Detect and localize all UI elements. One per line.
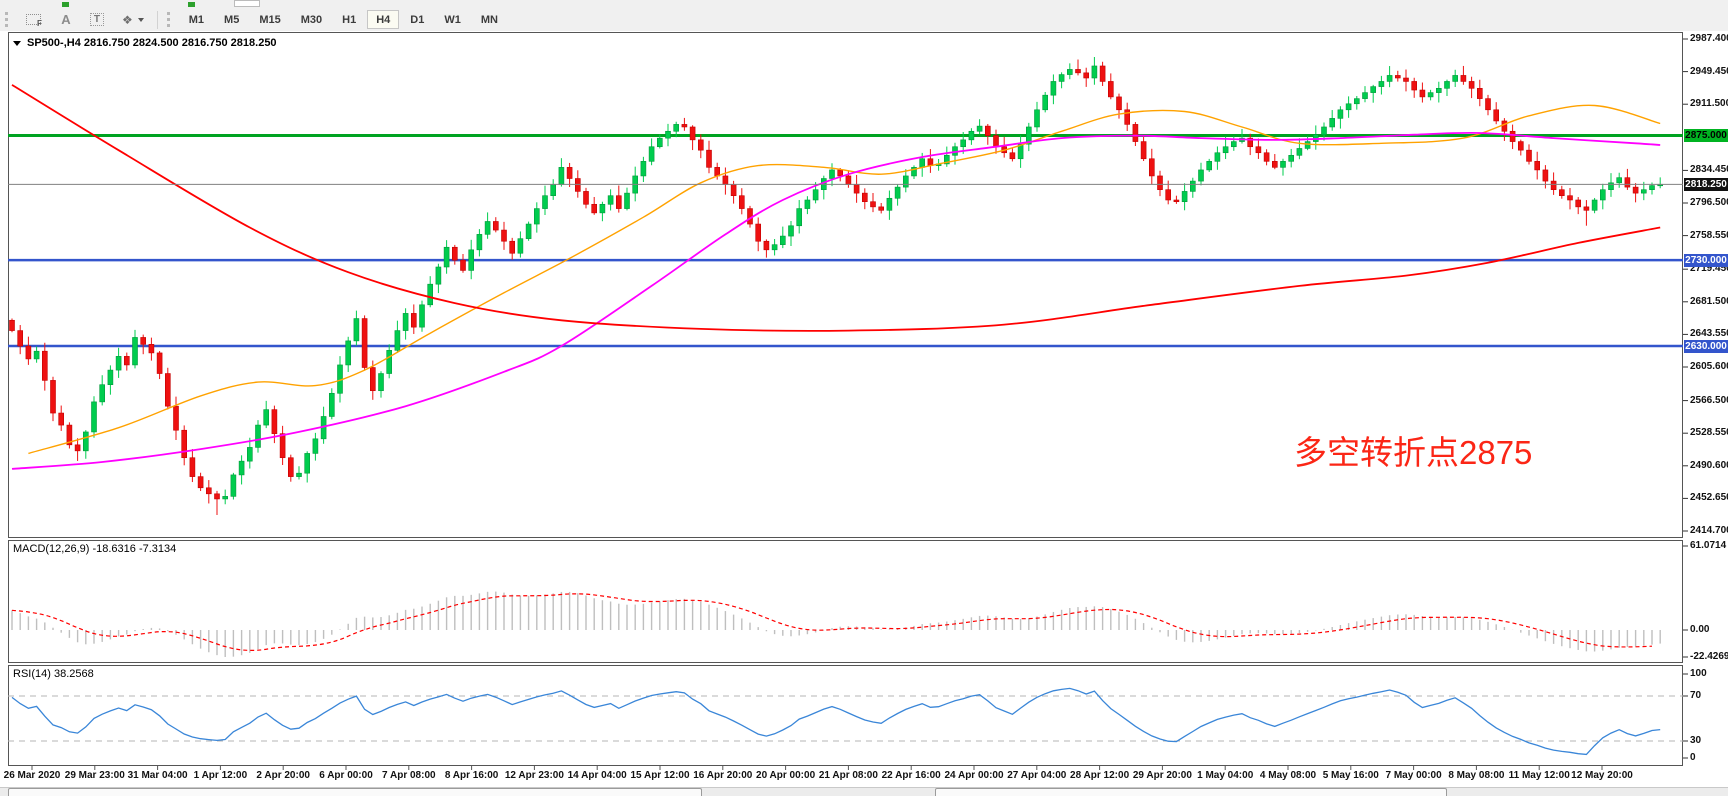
price-tag: 2630.000 xyxy=(1684,340,1728,353)
price-axis-label: 2796.500 xyxy=(1690,197,1728,208)
chart-tab[interactable] xyxy=(8,788,702,796)
price-axis-label: 2834.450 xyxy=(1690,164,1728,175)
chart-tab[interactable] xyxy=(935,788,1447,796)
text-tool-icon: A xyxy=(61,12,70,27)
fibonacci-letter: F xyxy=(37,19,42,28)
timeframe-w1[interactable]: W1 xyxy=(435,10,470,29)
toolbar-hint-green-1 xyxy=(62,2,69,7)
trading-terminal-window: F A T ❖ M1M5M15M30H1H4D1W1MN SP500-,H4 2… xyxy=(0,0,1728,796)
timeframe-m1[interactable]: M1 xyxy=(180,10,213,29)
rsi-axis-label: 30 xyxy=(1690,735,1701,746)
timeframe-button-group: M1M5M15M30H1H4D1W1MN xyxy=(179,10,508,29)
price-axis-label: 2566.500 xyxy=(1690,395,1728,406)
text-label-tool-button[interactable]: T xyxy=(83,10,111,30)
toolbar-drag-handle[interactable] xyxy=(5,12,12,27)
price-axis-label: 2681.500 xyxy=(1690,296,1728,307)
chart-title: SP500-,H4 2816.750 2824.500 2816.750 281… xyxy=(13,37,277,49)
macd-axis-label: 61.0714 xyxy=(1690,540,1726,551)
text-label-icon: T xyxy=(90,13,104,26)
macd-axis-label: 0.00 xyxy=(1690,624,1709,635)
rsi-indicator-label: RSI(14) 38.2568 xyxy=(13,668,94,680)
price-tag: 2730.000 xyxy=(1684,254,1728,267)
price-axis-label: 2528.550 xyxy=(1690,427,1728,438)
price-axis-label: 2643.550 xyxy=(1690,328,1728,339)
timeframe-d1[interactable]: D1 xyxy=(401,10,433,29)
chart-area-background xyxy=(0,31,1728,787)
price-tag: 2875.000 xyxy=(1684,129,1728,142)
rsi-axis-label: 70 xyxy=(1690,690,1701,701)
price-axis-label: 2987.400 xyxy=(1690,33,1728,44)
dropdown-caret-icon xyxy=(138,18,144,22)
timeframe-drag-handle[interactable] xyxy=(167,12,174,27)
timeframe-m30[interactable]: M30 xyxy=(292,10,331,29)
price-axis-label: 2758.550 xyxy=(1690,230,1728,241)
price-axis-label: 2414.700 xyxy=(1690,525,1728,536)
price-tag: 2818.250 xyxy=(1684,178,1728,191)
price-axis-label: 2452.650 xyxy=(1690,492,1728,503)
drawing-and-timeframe-toolbar: F A T ❖ M1M5M15M30H1H4D1W1MN xyxy=(0,8,1728,32)
arrows-tool-button[interactable]: ❖ xyxy=(115,10,151,30)
chart-annotation-text: 多空转折点2875 xyxy=(1294,426,1532,474)
toolbar-hint-green-2 xyxy=(188,2,195,7)
arrows-icon: ❖ xyxy=(122,13,133,27)
timeframe-h4[interactable]: H4 xyxy=(367,10,399,29)
price-axis-label: 2605.600 xyxy=(1690,361,1728,372)
fibonacci-tool-button[interactable]: F xyxy=(19,10,49,30)
toolbar-hint-box xyxy=(234,0,260,7)
rsi-axis-label: 100 xyxy=(1690,668,1707,679)
timeframe-h1[interactable]: H1 xyxy=(333,10,365,29)
symbol-dropdown-icon[interactable] xyxy=(13,41,21,46)
price-axis-label: 2490.600 xyxy=(1690,460,1728,471)
timeframe-mn[interactable]: MN xyxy=(472,10,507,29)
price-axis-label: 2949.450 xyxy=(1690,66,1728,77)
timeframe-m15[interactable]: M15 xyxy=(250,10,289,29)
toolbar-separator xyxy=(157,11,158,29)
text-tool-button[interactable]: A xyxy=(53,10,79,30)
chart-title-text: SP500-,H4 2816.750 2824.500 2816.750 281… xyxy=(27,37,277,49)
rsi-axis-label: 0 xyxy=(1690,752,1696,763)
price-axis-label: 2911.500 xyxy=(1690,98,1728,109)
macd-axis-label: -22.4269 xyxy=(1690,651,1728,662)
time-axis-label: 12 May 20:00 xyxy=(1547,770,1657,781)
timeframe-m5[interactable]: M5 xyxy=(215,10,248,29)
macd-indicator-label: MACD(12,26,9) -18.6316 -7.3134 xyxy=(13,543,176,555)
